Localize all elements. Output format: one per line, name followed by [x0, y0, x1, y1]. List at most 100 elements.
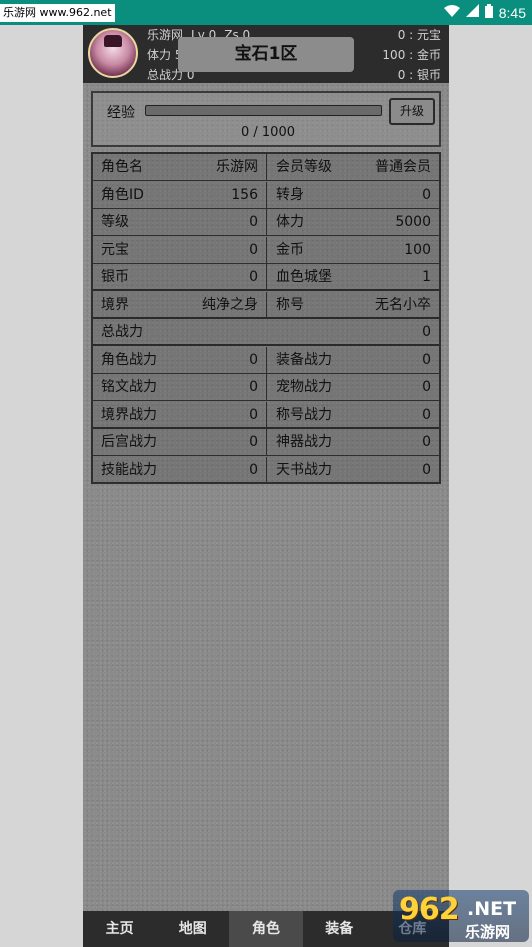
stat-label: 天书战力: [276, 461, 332, 478]
stats-cell-right: 神器战力 0: [268, 429, 439, 456]
stats-cell-right: 天书战力 0: [268, 457, 439, 484]
stat-value: 0: [249, 351, 258, 368]
stats-row: 等级 0 体力 5000: [93, 209, 439, 236]
stats-cell-right: 宠物战力 0: [268, 374, 439, 401]
stat-label: 境界战力: [101, 406, 157, 423]
stats-row: 境界 纯净之身 称号 无名小卒: [93, 291, 439, 319]
stat-value: 0: [422, 406, 431, 423]
stat-label: 后宫战力: [101, 434, 157, 450]
stat-label: 宠物战力: [276, 379, 332, 395]
stats-row: 境界战力 0 称号战力 0: [93, 401, 439, 429]
stat-value: 100: [404, 241, 431, 258]
watermark-text: 乐游网 www.962.net: [0, 4, 115, 22]
avatar[interactable]: [88, 28, 138, 78]
stats-cell-right: 转身 0: [268, 182, 439, 209]
stats-cell-left: 等级 0: [93, 209, 267, 236]
stat-value: 普通会员: [375, 159, 431, 175]
currency-jinbi: 100 : 金币: [382, 48, 441, 62]
stat-value: 156: [231, 186, 258, 203]
stats-cell-left: 角色名 乐游网: [93, 154, 267, 181]
stat-value: 0: [249, 269, 258, 285]
stat-label: 等级: [101, 214, 129, 230]
stats-cell-left: 技能战力 0: [93, 456, 267, 484]
site-logo-watermark: 962 .NET 乐游网: [393, 890, 529, 942]
stats-cell-left: 元宝 0: [93, 236, 267, 264]
stats-cell-left: 境界战力 0: [93, 401, 267, 429]
stats-cell-left: 角色ID 156: [93, 181, 267, 209]
stats-row: 技能战力 0 天书战力 0: [93, 456, 439, 484]
stats-cell-right: 体力 5000: [268, 209, 439, 236]
character-stats-table: 角色名 乐游网 会员等级 普通会员 角色ID 156 转身 0 等级 0 体力 5000 元宝 0 金币 10…: [91, 152, 441, 484]
stat-label: 装备战力: [276, 351, 332, 368]
stat-label: 境界: [101, 296, 129, 313]
stats-cell-left: 境界 纯净之身: [93, 291, 267, 319]
stats-cell: 总战力 0: [93, 319, 439, 346]
exp-panel: 经验 0 / 1000 升级: [91, 91, 441, 147]
exp-progress-bar: [145, 105, 382, 116]
stats-cell-left: 银币 0: [93, 264, 267, 291]
stat-value: 0: [249, 214, 258, 230]
stat-value: 0: [249, 241, 258, 258]
levelup-button[interactable]: 升级: [389, 98, 435, 125]
stats-row: 元宝 0 金币 100: [93, 236, 439, 264]
stat-value: 0: [422, 351, 431, 368]
clock: 8:45: [498, 4, 526, 21]
stat-label: 血色城堡: [276, 269, 332, 285]
game-screen: 乐游网 Lv 0 Zs 0 体力 5000 总战力 0 宝石1区 0 : 元宝 10…: [83, 25, 449, 947]
status-bar: 乐游网 www.962.net 8:45: [0, 0, 532, 25]
currency-yinbi: 0 : 银币: [397, 68, 441, 82]
signal-icon: [465, 4, 479, 21]
stats-cell-left: 后宫战力 0: [93, 429, 267, 456]
stat-label: 角色名: [101, 159, 143, 175]
logo-cn: 乐游网: [465, 923, 511, 941]
nav-tab[interactable]: 地图: [156, 911, 229, 947]
stats-row: 角色名 乐游网 会员等级 普通会员: [93, 154, 439, 181]
stat-value: 0: [422, 186, 431, 203]
stat-value: 0: [249, 461, 258, 478]
stat-label: 神器战力: [276, 434, 332, 450]
player-header: 乐游网 Lv 0 Zs 0 体力 5000 总战力 0 宝石1区 0 : 元宝 10…: [83, 25, 449, 83]
stats-row: 后宫战力 0 神器战力 0: [93, 429, 439, 456]
stat-value: 无名小卒: [375, 296, 431, 313]
stat-label: 金币: [276, 241, 304, 258]
wifi-icon: [443, 4, 460, 21]
stats-cell-right: 称号 无名小卒: [268, 292, 439, 319]
server-button[interactable]: 宝石1区: [178, 37, 354, 72]
stat-label: 技能战力: [101, 461, 157, 478]
stat-value: 0: [249, 379, 258, 395]
nav-tab[interactable]: 角色: [229, 911, 303, 947]
stat-label: 铭文战力: [101, 379, 157, 395]
stat-label: 体力: [276, 214, 304, 230]
battery-icon: [484, 3, 493, 22]
stat-value: 乐游网: [216, 159, 258, 175]
stat-label: 角色ID: [101, 186, 144, 203]
stat-label: 角色战力: [101, 351, 157, 368]
stat-value: 5000: [395, 214, 431, 230]
stats-cell-right: 装备战力 0: [268, 347, 439, 374]
logo-net: .NET: [467, 898, 517, 920]
stat-value: 0: [422, 379, 431, 395]
exp-label: 经验: [107, 105, 135, 121]
stat-value: 0: [249, 406, 258, 423]
stat-label: 银币: [101, 269, 129, 285]
stat-value: 0: [422, 461, 431, 478]
stats-cell-right: 血色城堡 1: [268, 264, 439, 291]
stat-value: 0: [422, 324, 431, 340]
stat-label: 转身: [276, 186, 304, 203]
nav-tab[interactable]: 装备: [303, 911, 376, 947]
exp-value: 0 / 1000: [241, 125, 295, 140]
stat-value: 纯净之身: [202, 296, 258, 313]
stat-value: 0: [249, 434, 258, 450]
stats-row: 总战力 0: [93, 319, 439, 346]
stats-row: 角色ID 156 转身 0: [93, 181, 439, 209]
stat-label: 会员等级: [276, 159, 332, 175]
stats-cell-right: 称号战力 0: [268, 402, 439, 429]
stat-value: 1: [422, 269, 431, 285]
stat-label: 总战力: [101, 324, 143, 340]
logo-number: 962: [399, 892, 460, 927]
stats-cell-right: 金币 100: [268, 237, 439, 264]
stats-cell-left: 角色战力 0: [93, 346, 267, 374]
stat-value: 0: [422, 434, 431, 450]
stats-row: 铭文战力 0 宠物战力 0: [93, 374, 439, 401]
nav-tab[interactable]: 主页: [83, 911, 156, 947]
